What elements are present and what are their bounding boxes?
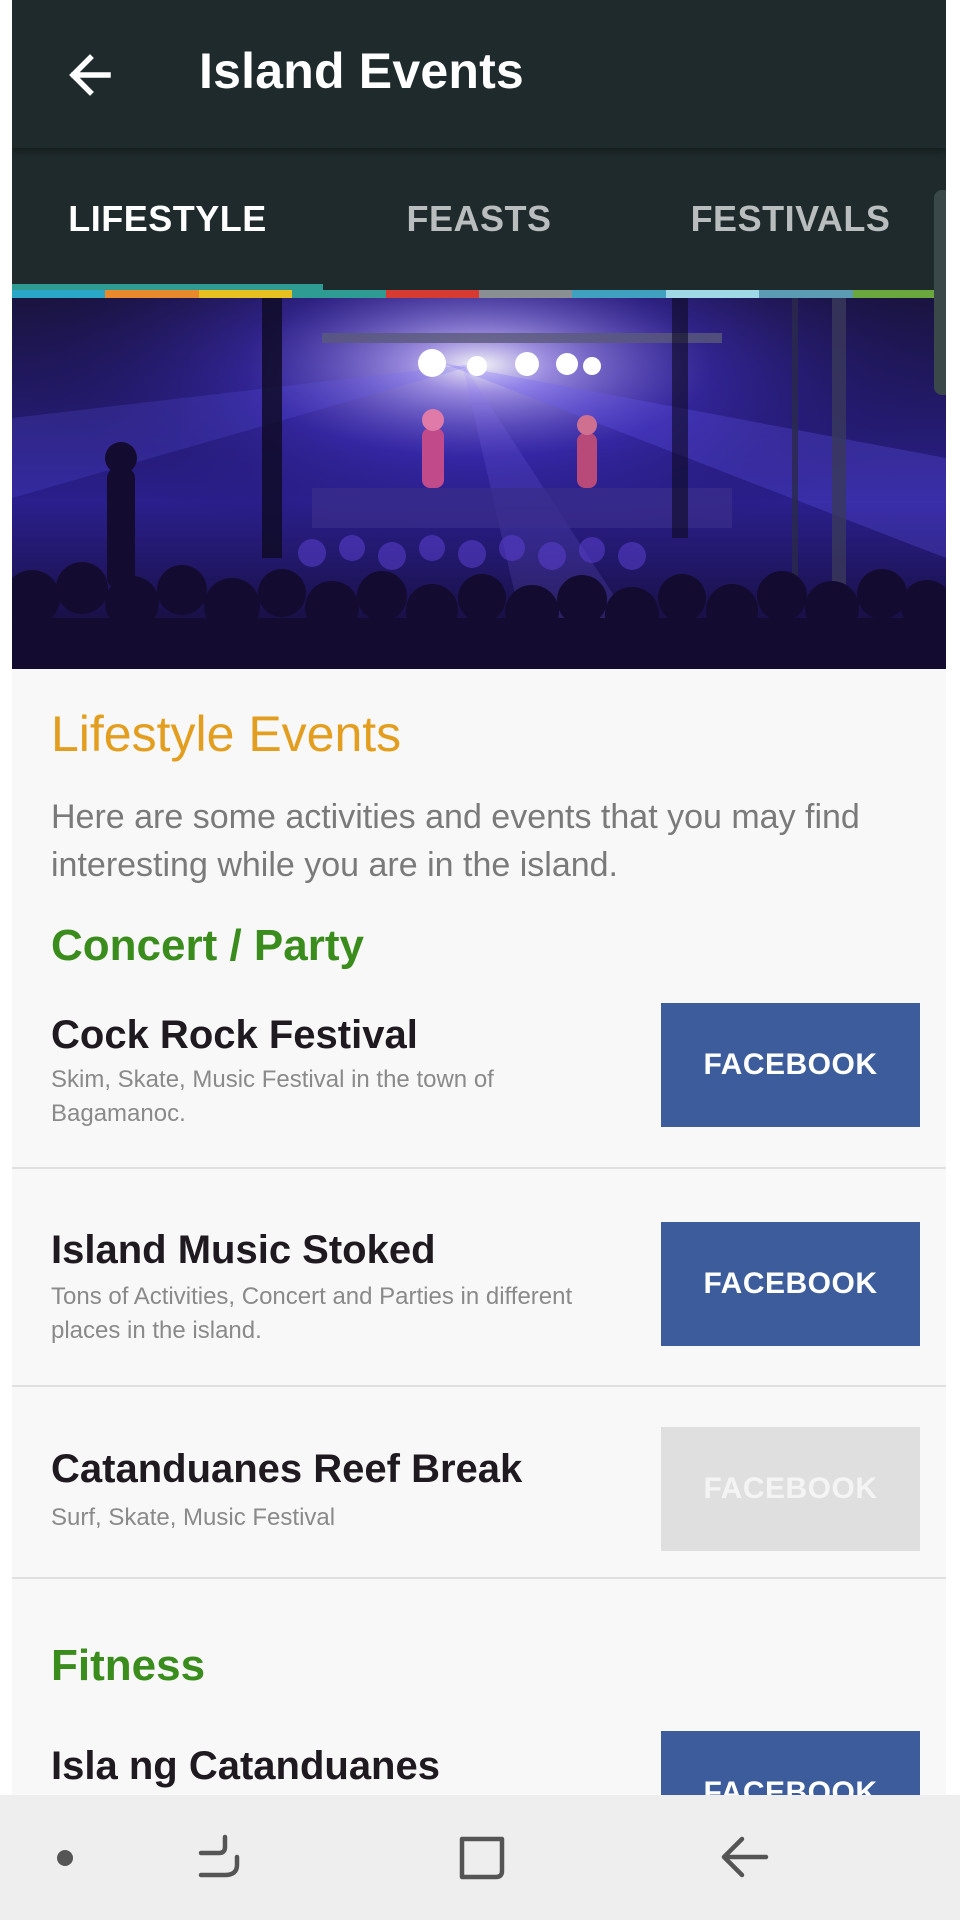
divider — [12, 1385, 946, 1387]
event-description: Surf, Skate, Music Festival — [51, 1504, 336, 1531]
stripe-segment — [105, 290, 199, 298]
divider — [12, 1167, 946, 1169]
color-stripe — [12, 290, 946, 298]
app-bar: Island Events — [12, 0, 946, 148]
event-description: Skim, Skate, Music Festival in the town … — [51, 1066, 494, 1127]
section-intro: Here are some activities and events that… — [51, 798, 860, 884]
facebook-button[interactable]: FACEBOOK — [661, 1222, 920, 1346]
stripe-segment — [759, 290, 853, 298]
back-icon[interactable] — [718, 1831, 770, 1883]
stripe-segment — [479, 290, 573, 298]
facebook-button-disabled: FACEBOOK — [661, 1427, 920, 1551]
stripe-segment — [292, 290, 386, 298]
scrollbar[interactable] — [934, 190, 946, 395]
event-description: Tons of Activities, Concert and Parties … — [51, 1283, 573, 1344]
event-name: Catanduanes Reef Break — [51, 1447, 523, 1491]
stripe-segment — [198, 290, 293, 298]
stripe-segment — [385, 290, 480, 298]
recent-apps-icon[interactable] — [195, 1831, 247, 1883]
stripe-segment — [572, 290, 666, 298]
app-screen: Island Events LIFESTYLE FEASTS FESTIVALS — [12, 0, 946, 1920]
stripe-segment — [665, 290, 760, 298]
tab-lifestyle[interactable]: LIFESTYLE — [12, 148, 323, 290]
tab-feasts[interactable]: FEASTS — [323, 148, 635, 290]
concert-hero-image — [12, 298, 946, 669]
dot-icon[interactable] — [50, 1843, 80, 1873]
section-title: Lifestyle Events — [51, 706, 402, 762]
event-name: Island Music Stoked — [51, 1228, 436, 1272]
facebook-button[interactable]: FACEBOOK — [661, 1003, 920, 1127]
home-icon[interactable] — [456, 1831, 508, 1883]
stripe-segment — [12, 290, 106, 298]
event-name: Cock Rock Festival — [51, 1013, 418, 1057]
arrow-left-icon[interactable] — [62, 45, 122, 105]
divider — [12, 1577, 946, 1579]
tab-bar: LIFESTYLE FEASTS FESTIVALS — [12, 148, 946, 290]
tab-festivals[interactable]: FESTIVALS — [635, 148, 946, 290]
category-title-concert-party: Concert / Party — [51, 921, 364, 970]
system-navigation-bar — [0, 1795, 960, 1920]
stripe-segment — [852, 290, 946, 298]
page-title: Island Events — [199, 43, 524, 99]
category-title-fitness: Fitness — [51, 1641, 206, 1690]
